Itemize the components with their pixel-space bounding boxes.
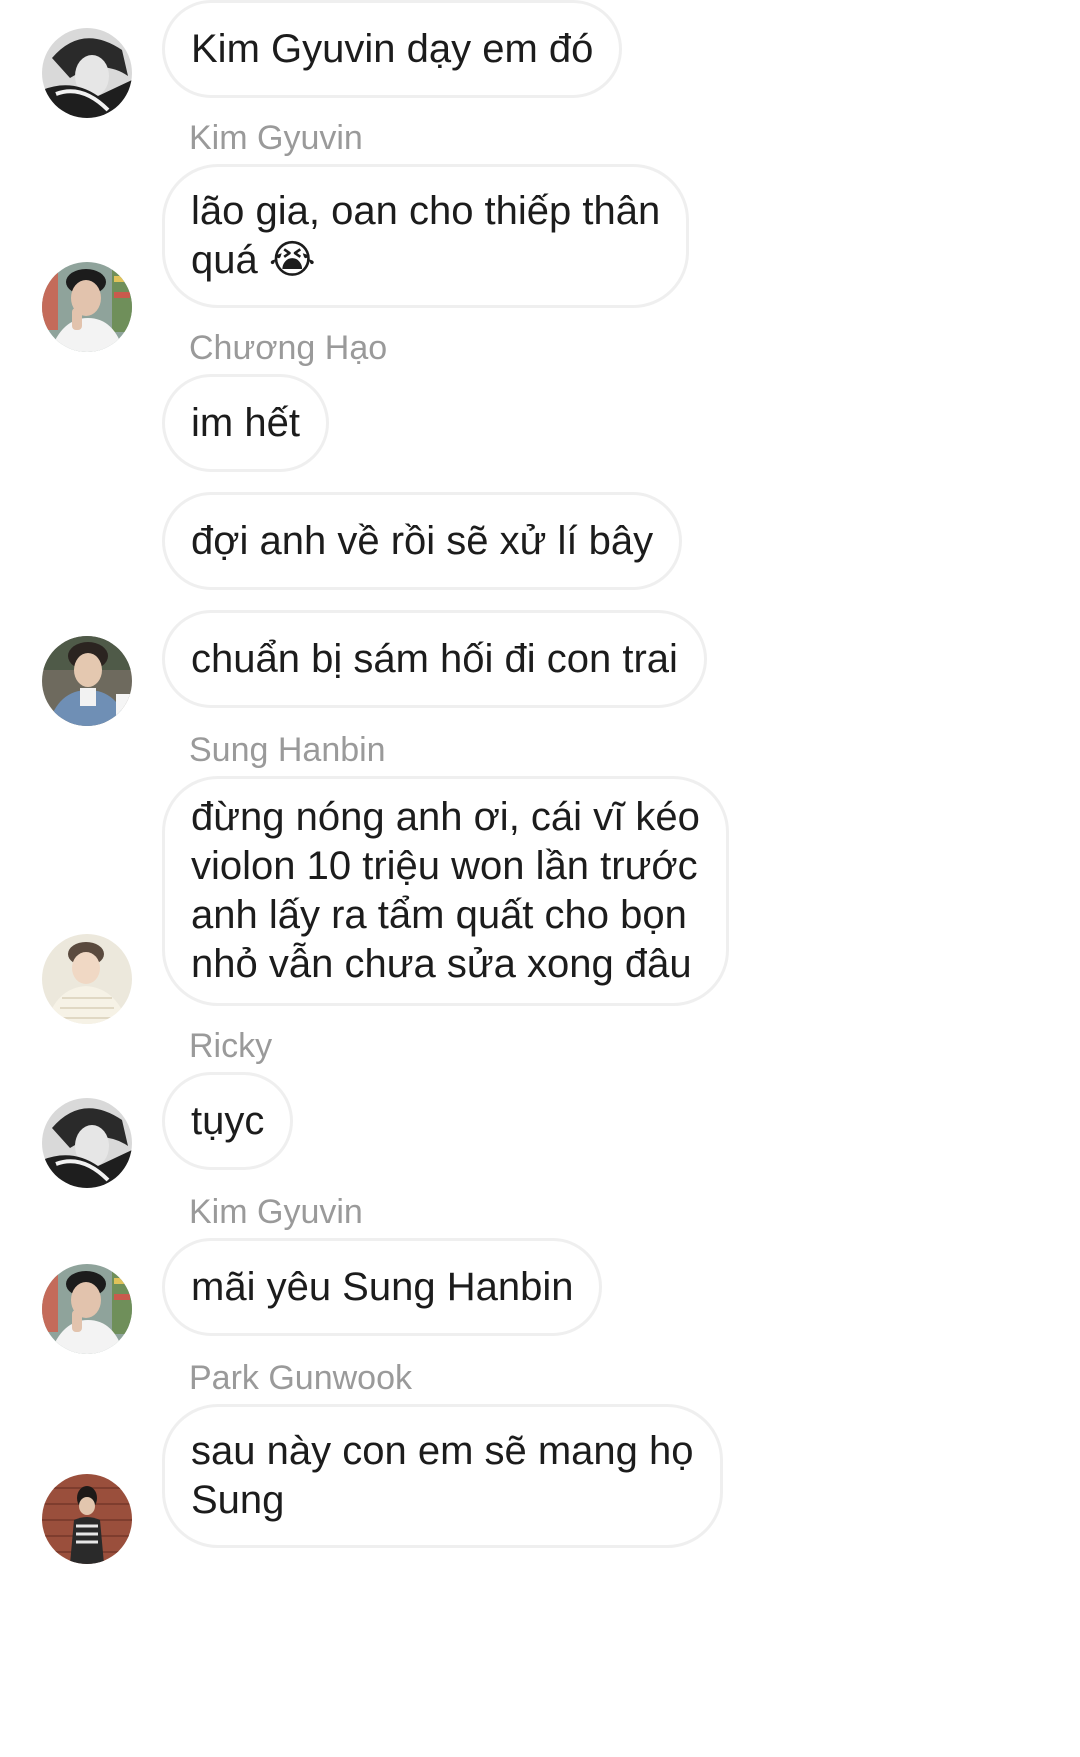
message-text: lão gia, oan cho thiếp thân quá 😭 xyxy=(191,189,661,282)
message-bubble[interactable]: lão gia, oan cho thiếp thân quá 😭 xyxy=(162,164,690,308)
message-bubble[interactable]: đợi anh về rồi sẽ xử lí bây xyxy=(162,492,683,590)
sender-name: Sung Hanbin xyxy=(189,731,386,769)
monochrome-avatar-icon[interactable] xyxy=(42,28,132,118)
message-bubble[interactable]: đừng nóng anh ơi, cái vĩ kéo violon 10 t… xyxy=(162,776,729,1006)
message-text: Kim Gyuvin dạy em đó xyxy=(191,26,594,71)
message-bubble[interactable]: mãi yêu Sung Hanbin xyxy=(162,1238,603,1336)
sender-name: Kim Gyuvin xyxy=(189,1193,363,1231)
bright-photo-avatar-icon[interactable] xyxy=(42,934,132,1024)
message-text: mãi yêu Sung Hanbin xyxy=(191,1264,574,1309)
monochrome-avatar-icon[interactable] xyxy=(42,1098,132,1188)
message-text: đợi anh về rồi sẽ xử lí bây xyxy=(191,518,654,563)
message-text: chuẩn bị sám hối đi con trai xyxy=(191,636,678,681)
sender-name: Kim Gyuvin xyxy=(189,119,363,157)
sender-name: Ricky xyxy=(189,1027,273,1065)
chat-thread: Kim Gyuvin dạy em đó Kim Gyuvin lão gia,… xyxy=(0,0,1080,1757)
message-text: im hết xyxy=(191,400,300,445)
brick-wall-avatar-icon[interactable] xyxy=(42,1474,132,1564)
message-bubble[interactable]: Kim Gyuvin dạy em đó xyxy=(162,0,623,98)
message-bubble[interactable]: sau này con em sẽ mang họ Sung xyxy=(162,1404,723,1548)
store-photo-avatar-icon[interactable] xyxy=(42,1264,132,1354)
message-text: đừng nóng anh ơi, cái vĩ kéo violon 10 t… xyxy=(191,795,700,986)
message-bubble[interactable]: tụyc xyxy=(162,1072,294,1170)
sender-name: Chương Hạo xyxy=(189,329,388,367)
message-bubble[interactable]: chuẩn bị sám hối đi con trai xyxy=(162,610,707,708)
sender-name: Park Gunwook xyxy=(189,1359,412,1397)
message-text: sau này con em sẽ mang họ Sung xyxy=(191,1429,694,1522)
denim-photo-avatar-icon[interactable] xyxy=(42,636,132,726)
store-photo-avatar-icon[interactable] xyxy=(42,262,132,352)
message-text: tụyc xyxy=(191,1098,265,1143)
message-bubble[interactable]: im hết xyxy=(162,374,329,472)
